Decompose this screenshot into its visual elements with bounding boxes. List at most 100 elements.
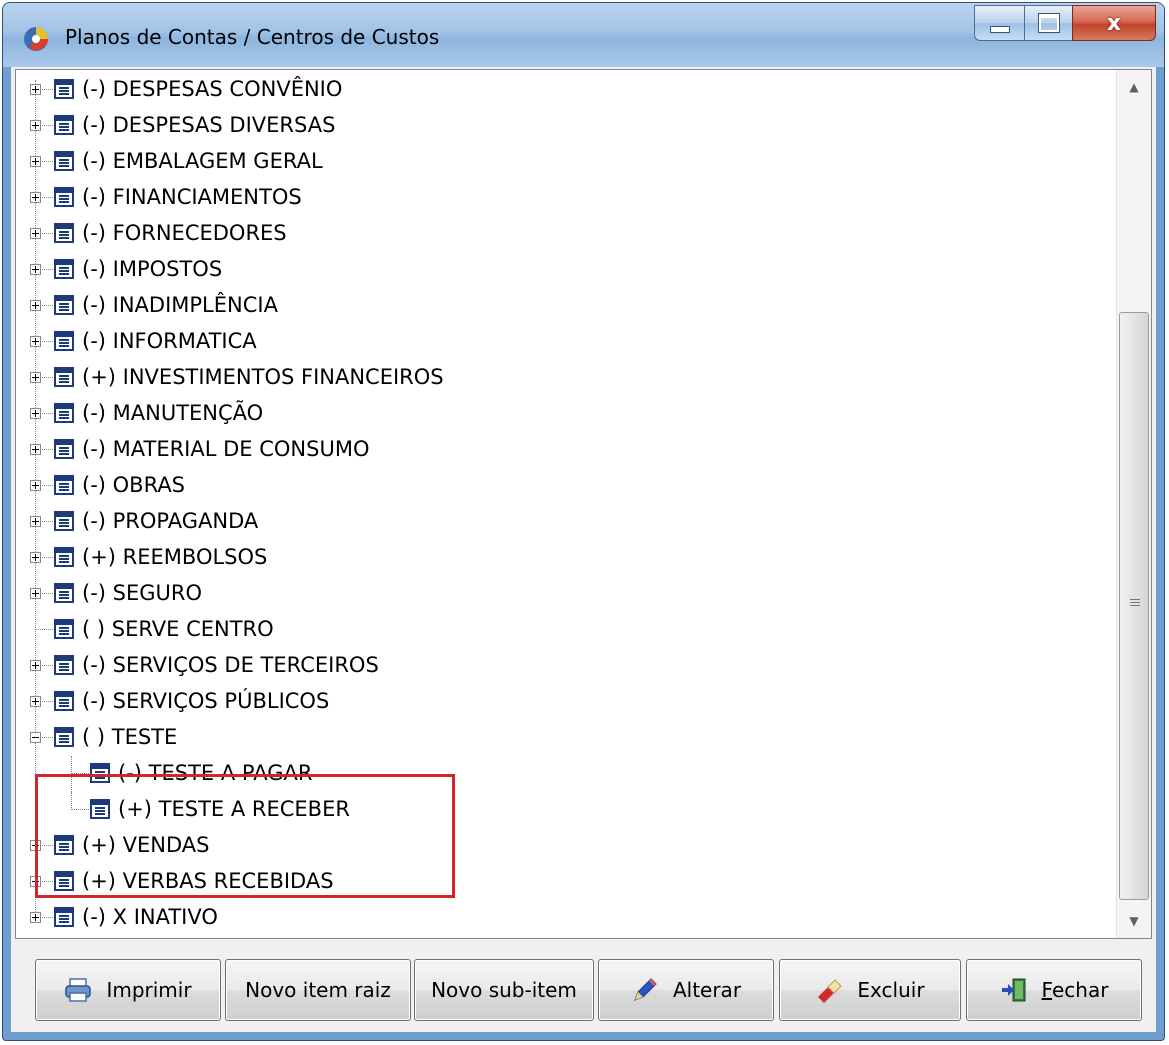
button-bar: Imprimir Novo item raiz Novo sub-item Al… [11,959,1156,1025]
tree-item[interactable]: (-) FORNECEDORES [16,216,1116,252]
account-node-icon [54,151,74,171]
scroll-up-icon[interactable]: ▲ [1117,70,1151,104]
expand-icon[interactable] [30,588,41,599]
expand-icon[interactable] [30,264,41,275]
tree-item[interactable]: (-) OBRAS [16,468,1116,504]
account-node-icon [54,727,74,747]
alterar-button[interactable]: Alterar [598,959,774,1021]
app-icon [24,27,48,51]
expand-icon[interactable] [30,192,41,203]
tree-item[interactable]: (-) EMBALAGEM GERAL [16,144,1116,180]
tree-item[interactable]: (-) DESPESAS CONVÊNIO [16,72,1116,108]
account-node-icon [54,115,74,135]
tree-item[interactable]: (+) REEMBOLSOS [16,540,1116,576]
tree-item-label: (-) EMBALAGEM GERAL [82,149,323,173]
tree-item-label: (-) INADIMPLÊNCIA [82,293,278,317]
close-button[interactable]: x [1072,5,1156,41]
account-node-icon [54,475,74,495]
eraser-icon [818,979,843,1003]
novo-item-raiz-button[interactable]: Novo item raiz [225,959,411,1021]
account-node-icon [54,907,74,927]
tree-item[interactable]: (-) FINANCIAMENTOS [16,180,1116,216]
tree-item[interactable]: (-) INADIMPLÊNCIA [16,288,1116,324]
excluir-label: Excluir [857,978,925,1002]
account-node-icon [54,187,74,207]
expand-icon[interactable] [30,480,41,491]
fechar-label-rest: echar [1051,978,1109,1002]
account-node-icon [54,691,74,711]
account-node-icon [54,439,74,459]
tree-item[interactable]: (-) SERVIÇOS PÚBLICOS [16,684,1116,720]
account-node-icon [54,511,74,531]
fechar-accelerator: F [1041,978,1052,1002]
expand-icon[interactable] [30,300,41,311]
expand-icon[interactable] [30,516,41,527]
account-node-icon [54,295,74,315]
window-title: Planos de Contas / Centros de Custos [65,25,440,49]
tree-item[interactable]: (-) MANUTENÇÃO [16,396,1116,432]
tree-item-label: ( ) SERVE CENTRO [82,617,274,641]
account-node-icon [54,655,74,675]
tree-item[interactable]: (-) SEGURO [16,576,1116,612]
tree-item-label: (-) FORNECEDORES [82,221,287,245]
novo-sub-item-button[interactable]: Novo sub-item [414,959,594,1021]
expand-icon[interactable] [30,696,41,707]
expand-icon[interactable] [30,120,41,131]
fechar-label: Fechar [1042,978,1109,1002]
caption-buttons: x [974,5,1156,43]
account-node-icon [54,547,74,567]
account-node-icon [54,583,74,603]
account-node-icon [54,223,74,243]
expand-icon[interactable] [30,408,41,419]
maximize-button[interactable] [1024,5,1072,41]
tree-item-label: (-) IMPOSTOS [82,257,223,281]
highlight-annotation [35,774,455,898]
imprimir-label: Imprimir [106,978,192,1002]
excluir-button[interactable]: Excluir [779,959,961,1021]
scroll-down-icon[interactable]: ▼ [1117,904,1151,938]
account-node-icon [54,403,74,423]
tree-item-label: (-) PROPAGANDA [82,509,259,533]
tree-item[interactable]: (-) X INATIVO [16,900,1116,936]
client-area: (-) DESPESAS CONVÊNIO (-) DESPESAS DIVERS… [11,67,1156,1032]
tree-item[interactable]: (-) SERVIÇOS DE TERCEIROS [16,648,1116,684]
collapse-icon[interactable] [30,732,41,743]
tree-item[interactable]: (-) PROPAGANDA [16,504,1116,540]
tree-item[interactable]: (-) IMPOSTOS [16,252,1116,288]
expand-icon[interactable] [30,336,41,347]
account-node-icon [54,331,74,351]
tree-item-label: (-) SERVIÇOS DE TERCEIROS [82,653,379,677]
expand-icon[interactable] [30,660,41,671]
minimize-button[interactable] [974,5,1024,41]
expand-icon[interactable] [30,444,41,455]
expand-icon[interactable] [30,552,41,563]
printer-icon [65,978,92,1002]
vertical-scrollbar[interactable]: ▲ ▼ [1116,70,1151,938]
tree-item-label: (-) SERVIÇOS PÚBLICOS [82,689,330,713]
expand-icon[interactable] [30,156,41,167]
tree-item[interactable]: (-) MATERIAL DE CONSUMO [16,432,1116,468]
tree-item-label: (-) FINANCIAMENTOS [82,185,302,209]
fechar-button[interactable]: Fechar [966,959,1142,1021]
tree-item-label: (+) REEMBOLSOS [82,545,268,569]
tree-item[interactable]: (-) INFORMATICA [16,324,1116,360]
account-node-icon [54,367,74,387]
exit-door-icon [1001,978,1026,1002]
tree-item-label: (-) INFORMATICA [82,329,257,353]
imprimir-button[interactable]: Imprimir [35,959,221,1021]
expand-icon[interactable] [30,912,41,923]
title-bar[interactable]: Planos de Contas / Centros de Custos x [3,3,1164,67]
tree-item[interactable]: ( ) SERVE CENTRO [16,612,1116,648]
tree-item[interactable]: (-) DESPESAS DIVERSAS [16,108,1116,144]
expand-icon[interactable] [30,372,41,383]
novo-item-raiz-label: Novo item raiz [245,978,391,1002]
scroll-thumb[interactable] [1119,312,1149,900]
tree-item[interactable]: (+) INVESTIMENTOS FINANCEIROS [16,360,1116,396]
expand-icon[interactable] [30,228,41,239]
maximize-icon [1037,13,1060,33]
expand-icon[interactable] [30,84,41,95]
tree-item[interactable]: ( ) TESTE [16,720,1116,756]
tree-item-label: (-) OBRAS [82,473,186,497]
tree-item-label: (-) DESPESAS CONVÊNIO [82,77,343,101]
alterar-label: Alterar [672,978,742,1002]
